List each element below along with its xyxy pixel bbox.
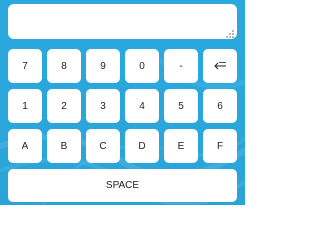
key-label: C — [99, 140, 107, 152]
key-label: A — [21, 140, 29, 152]
key-c[interactable]: C — [86, 129, 120, 163]
key-d[interactable]: D — [125, 129, 159, 163]
key-label: 8 — [61, 60, 67, 72]
key-7[interactable]: 7 — [8, 49, 42, 83]
keypad-display-field[interactable] — [8, 4, 237, 39]
key-9[interactable]: 9 — [86, 49, 120, 83]
key-label: - — [179, 60, 183, 72]
key-label: SPACE — [105, 180, 140, 191]
key-label: 5 — [178, 100, 184, 112]
key-label: 7 — [22, 60, 28, 72]
key-label: B — [60, 140, 68, 152]
space-button[interactable]: SPACE — [8, 169, 237, 202]
key-label: E — [177, 140, 185, 152]
key-label: F — [216, 140, 224, 152]
key-4[interactable]: 4 — [125, 89, 159, 123]
key-label: 4 — [139, 100, 145, 112]
key-5[interactable]: 5 — [164, 89, 198, 123]
key-0[interactable]: 0 — [125, 49, 159, 83]
backspace-icon — [214, 62, 226, 70]
key-label: 2 — [61, 100, 67, 112]
key-minus[interactable]: - — [164, 49, 198, 83]
key-label: 6 — [217, 100, 223, 112]
keypad-panel: 7 8 9 0 - 1 2 3 4 5 6 A B C D E F SPACE — [0, 0, 245, 205]
key-label: 3 — [100, 100, 106, 112]
key-a[interactable]: A — [8, 129, 42, 163]
key-label: 1 — [22, 100, 28, 112]
backspace-button[interactable] — [203, 49, 237, 83]
key-e[interactable]: E — [164, 129, 198, 163]
key-label: 0 — [139, 60, 145, 72]
resize-grip-icon[interactable] — [225, 29, 235, 39]
key-6[interactable]: 6 — [203, 89, 237, 123]
key-3[interactable]: 3 — [86, 89, 120, 123]
key-8[interactable]: 8 — [47, 49, 81, 83]
key-f[interactable]: F — [203, 129, 237, 163]
key-2[interactable]: 2 — [47, 89, 81, 123]
key-1[interactable]: 1 — [8, 89, 42, 123]
key-label: 9 — [100, 60, 106, 72]
key-label: D — [138, 140, 146, 152]
key-b[interactable]: B — [47, 129, 81, 163]
